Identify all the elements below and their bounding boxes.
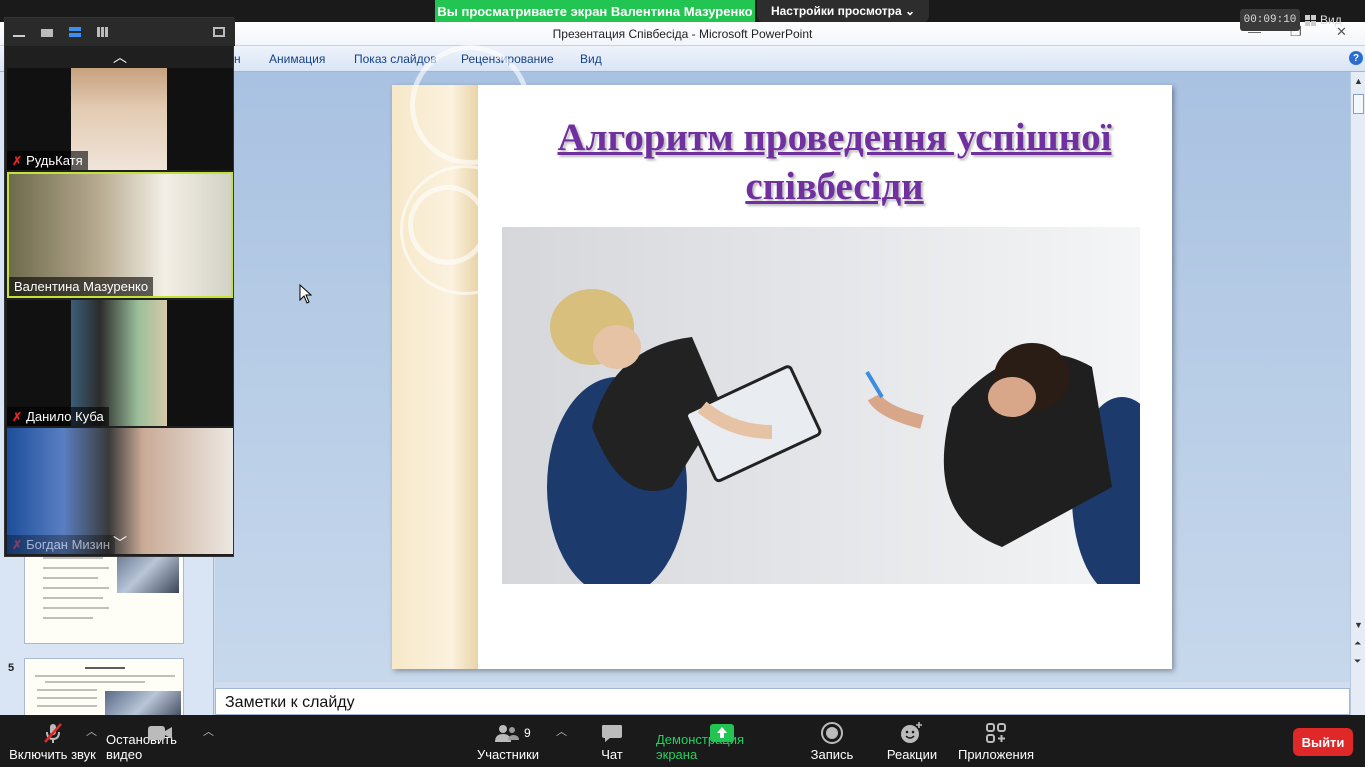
slide-title: Алгоритм проведення успішної співбесіди [557, 116, 1112, 208]
current-slide[interactable]: Алгоритм проведення успішної співбесіди [392, 45, 1172, 669]
tab-slideshow[interactable]: Показ слайдов [354, 52, 437, 66]
view-button[interactable]: Вид [1305, 9, 1365, 31]
screen-share-banner: Вы просматриваете экран Валентина Мазуре… [435, 0, 755, 22]
participants-button[interactable]: 9 Участники [472, 715, 544, 767]
slide-thumbnail[interactable] [24, 542, 184, 644]
participant-tile[interactable]: ✗ РудьКатя [7, 68, 233, 170]
chat-button[interactable]: Чат [590, 715, 634, 767]
record-button[interactable]: Запись [804, 715, 860, 767]
participant-name-tag: Валентина Мазуренко [9, 277, 154, 296]
share-screen-button[interactable]: Демонстрация экрана [656, 715, 788, 767]
slide-decoration [392, 45, 530, 669]
slide-number: 5 [8, 662, 15, 674]
tab-animation[interactable]: Анимация [269, 52, 325, 66]
participant-tile[interactable]: Валентина Мазуренко [7, 172, 233, 298]
slide-notes-field[interactable]: Заметки к слайду [215, 688, 1350, 715]
participants-count: 9 [524, 726, 531, 740]
speaker-view-icon[interactable] [41, 29, 53, 37]
tab-view[interactable]: Вид [580, 52, 602, 66]
popout-icon[interactable] [213, 27, 225, 37]
meeting-toolbar: Включить звук ︿ Остановить видео ︿ 9 Уча… [0, 715, 1365, 767]
record-icon [821, 722, 843, 744]
audio-options-chevron-icon[interactable]: ︿ [86, 723, 97, 739]
muted-microphone-icon [42, 722, 64, 744]
view-label: Вид [1320, 13, 1342, 27]
interview-photo [502, 227, 1140, 584]
video-options-chevron-icon[interactable]: ︿ [203, 723, 214, 739]
scroll-down-chevron-icon[interactable]: ﹀ [5, 532, 235, 554]
minimize-gallery-icon[interactable] [13, 27, 25, 37]
chat-icon [601, 722, 623, 744]
participant-name-tag: ✗ РудьКатя [7, 151, 88, 170]
muted-mic-icon: ✗ [12, 409, 23, 424]
view-options-dropdown[interactable]: Настройки просмотра ⌄ [757, 0, 929, 22]
muted-mic-icon: ✗ [12, 153, 23, 168]
scroll-down-icon[interactable]: ▼ [1354, 620, 1363, 630]
meeting-timer: 00:09:10 [1240, 9, 1300, 31]
gallery-view-icon[interactable] [97, 27, 109, 37]
reactions-icon [900, 722, 924, 744]
mouse-cursor-icon [299, 284, 313, 304]
notes-placeholder: Заметки к слайду [225, 694, 355, 711]
apps-icon [985, 722, 1007, 744]
participant-gallery: ︿ ✗ РудьКатя Валентина Мазуренко ✗ Данило … [4, 17, 235, 557]
prev-slide-icon[interactable]: ⏶ [1354, 638, 1361, 649]
participant-name-tag: ✗ Данило Куба [7, 407, 109, 426]
stop-video-button[interactable]: Остановить видео [106, 715, 214, 767]
strip-view-icon[interactable] [69, 27, 81, 37]
help-icon[interactable]: ? [1349, 51, 1363, 65]
vertical-scrollbar[interactable]: ▲ ▼ ⏶ ⏷ [1350, 72, 1365, 715]
video-camera-icon [147, 722, 173, 744]
participants-icon [494, 722, 520, 744]
apps-button[interactable]: Приложения [956, 715, 1036, 767]
next-slide-icon[interactable]: ⏷ [1354, 656, 1361, 667]
scroll-up-chevron-icon[interactable]: ︿ [5, 46, 235, 68]
gallery-header [5, 18, 235, 46]
share-screen-icon [710, 722, 734, 744]
window-title: Презентация Співбесіда - Microsoft Power… [552, 26, 813, 41]
scroll-up-icon[interactable]: ▲ [1354, 76, 1363, 86]
reactions-button[interactable]: Реакции [882, 715, 942, 767]
participant-tile[interactable]: ✗ Данило Куба [7, 300, 233, 426]
leave-meeting-button[interactable]: Выйти [1293, 728, 1353, 756]
slide-thumbnail[interactable] [24, 658, 184, 718]
participants-options-chevron-icon[interactable]: ︿ [556, 723, 567, 739]
scroll-thumb[interactable] [1353, 94, 1364, 114]
grid-view-icon [1305, 14, 1316, 26]
